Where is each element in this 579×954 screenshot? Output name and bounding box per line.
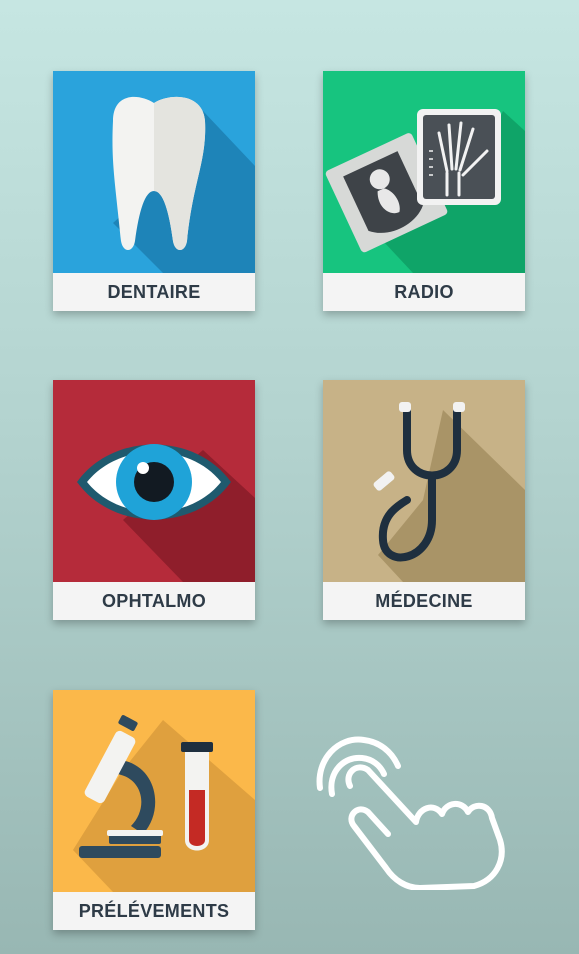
tile-label: PRÉLÉVEMENTS	[53, 892, 255, 930]
stethoscope-icon	[323, 380, 525, 582]
tile-label: OPHTALMO	[53, 582, 255, 620]
tile-prelevements[interactable]: PRÉLÉVEMENTS	[53, 690, 255, 930]
tooth-icon	[53, 71, 255, 273]
tap-hand-icon	[310, 730, 510, 891]
tile-ophtalmo[interactable]: OPHTALMO	[53, 380, 255, 620]
microscope-icon	[53, 690, 255, 892]
eye-icon	[53, 380, 255, 582]
tile-medecine[interactable]: MÉDECINE	[323, 380, 525, 620]
tile-label: DENTAIRE	[53, 273, 255, 311]
tile-label: MÉDECINE	[323, 582, 525, 620]
xray-icon	[323, 71, 525, 273]
tile-label: RADIO	[323, 273, 525, 311]
tile-dentaire[interactable]: DENTAIRE	[53, 71, 255, 311]
tile-radio[interactable]: RADIO	[323, 71, 525, 311]
